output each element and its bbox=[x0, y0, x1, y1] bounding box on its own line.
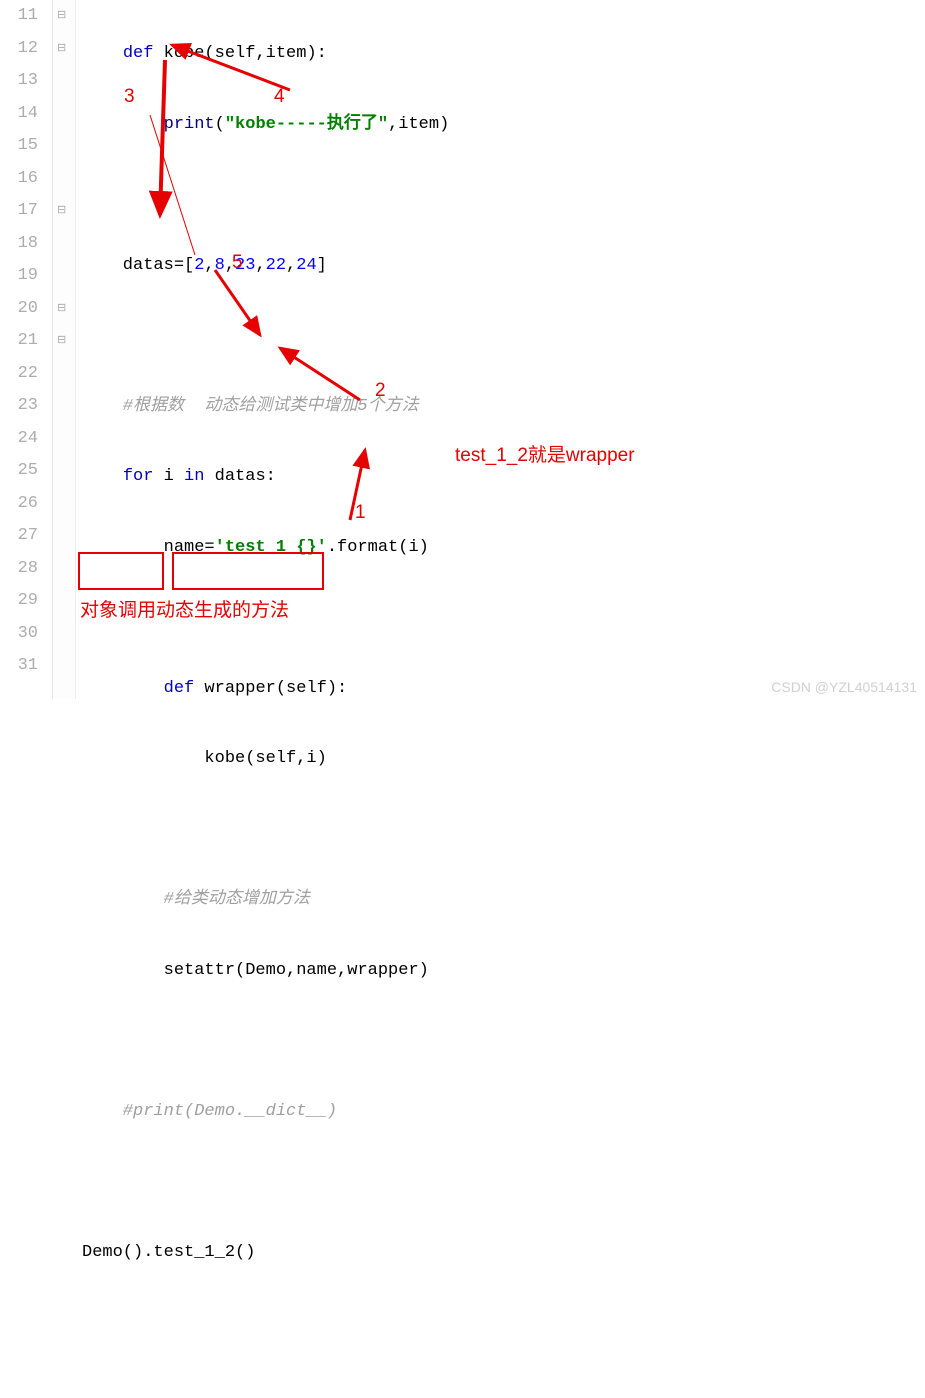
string-literal: 'test_1_{}' bbox=[215, 538, 327, 557]
comment: #print(Demo.__dict__) bbox=[82, 1102, 337, 1121]
code-line: #根据数 动态给测试类中增加5个方法 bbox=[82, 391, 925, 424]
builtin-print: print bbox=[164, 115, 215, 134]
line-number: 27 bbox=[10, 520, 38, 553]
line-number: 16 bbox=[10, 163, 38, 196]
code-line: kobe(self,i) bbox=[82, 743, 925, 776]
keyword-def: def bbox=[164, 679, 195, 698]
comment: #给类动态增加方法 bbox=[82, 890, 310, 909]
line-number: 22 bbox=[10, 358, 38, 391]
line-number: 21 bbox=[10, 325, 38, 358]
code-line: for i in datas: bbox=[82, 461, 925, 494]
code-line bbox=[82, 1025, 925, 1058]
line-number: 14 bbox=[10, 98, 38, 131]
code-line: #print(Demo.__dict__) bbox=[82, 1096, 925, 1129]
code-line bbox=[82, 179, 925, 212]
keyword-for: for bbox=[123, 467, 154, 486]
code-editor[interactable]: 11 12 13 14 15 16 17 18 19 20 21 22 23 2… bbox=[0, 0, 925, 699]
line-number: 23 bbox=[10, 390, 38, 423]
comment: #根据数 动态给测试类中增加5个方法 bbox=[82, 397, 419, 416]
code-line: datas=[2,8,23,22,24] bbox=[82, 250, 925, 283]
line-number: 19 bbox=[10, 260, 38, 293]
fold-marker-icon[interactable]: ⊟ bbox=[57, 0, 66, 33]
code-line bbox=[82, 320, 925, 353]
code-line bbox=[82, 1166, 925, 1199]
code-area[interactable]: def kobe(self,item): print("kobe-----执行了… bbox=[76, 0, 925, 699]
line-number: 24 bbox=[10, 423, 38, 456]
fold-marker-icon[interactable]: ⊟ bbox=[57, 33, 66, 66]
fold-marker-icon[interactable]: ⊟ bbox=[57, 195, 66, 228]
line-number: 30 bbox=[10, 618, 38, 651]
code-line: setattr(Demo,name,wrapper) bbox=[82, 955, 925, 988]
line-number: 13 bbox=[10, 65, 38, 98]
keyword-in: in bbox=[184, 467, 204, 486]
line-number: 15 bbox=[10, 130, 38, 163]
line-gutter: 11 12 13 14 15 16 17 18 19 20 21 22 23 2… bbox=[0, 0, 53, 699]
code-line bbox=[82, 1307, 925, 1340]
line-number: 26 bbox=[10, 488, 38, 521]
line-number: 28 bbox=[10, 553, 38, 586]
line-number: 29 bbox=[10, 585, 38, 618]
code-line: def kobe(self,item): bbox=[82, 38, 925, 71]
fold-marker-icon[interactable]: ⊟ bbox=[57, 325, 66, 358]
code-line bbox=[82, 602, 925, 635]
code-line bbox=[82, 1378, 925, 1398]
keyword-def: def bbox=[123, 44, 154, 63]
line-number: 20 bbox=[10, 293, 38, 326]
code-line bbox=[82, 814, 925, 847]
code-line: name='test_1_{}'.format(i) bbox=[82, 532, 925, 565]
fold-marker-icon[interactable]: ⊟ bbox=[57, 293, 66, 326]
code-line: print("kobe-----执行了",item) bbox=[82, 109, 925, 142]
line-number: 12 bbox=[10, 33, 38, 66]
line-number: 25 bbox=[10, 455, 38, 488]
line-number: 11 bbox=[10, 0, 38, 33]
code-line: Demo().test_1_2() bbox=[82, 1237, 925, 1270]
line-number: 18 bbox=[10, 228, 38, 261]
string-literal: "kobe-----执行了" bbox=[225, 115, 388, 134]
code-line: def wrapper(self): bbox=[82, 673, 925, 706]
code-line: #给类动态增加方法 bbox=[82, 884, 925, 917]
line-number: 31 bbox=[10, 650, 38, 683]
line-number: 17 bbox=[10, 195, 38, 228]
fold-column: ⊟ ⊟ ⊟ ⊟ ⊟ bbox=[53, 0, 76, 699]
